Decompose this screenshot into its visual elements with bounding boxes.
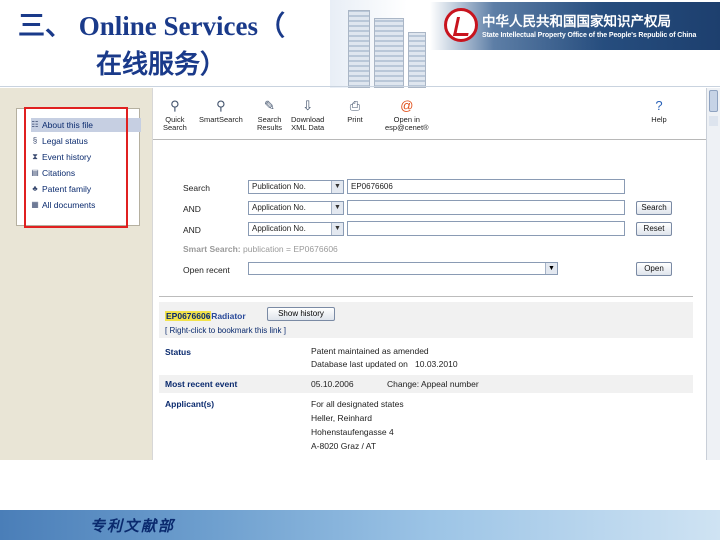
slide-header: 三、 Online Services（ 在线服务） 中华人民共和国国家知识产权局… [0,0,720,88]
slide-blank-area [0,460,720,510]
toolbar-open-espacenet-button[interactable]: @ Open in esp@cenet® [385,98,429,132]
most-recent-event-label: Most recent event [165,379,238,389]
publication-number[interactable]: EP0676606 [165,311,212,321]
scrollbar-thumb[interactable] [709,90,718,112]
quick-search-icon: ⚲ [170,98,180,113]
toolbar-label: Results [257,123,283,132]
reset-button[interactable]: Reset [636,222,672,236]
smart-search-label: Smart Search: [183,244,241,254]
most-recent-event-date: 05.10.2006 [311,379,354,389]
toolbar-label: Help [651,115,667,124]
search-results-icon: ✎ [264,98,275,113]
search-row-2-label: AND [183,204,201,214]
open-recent-label: Open recent [183,265,230,275]
toolbar-label: Print [347,115,363,124]
smart-search-icon: ⚲ [216,98,226,113]
sipo-logo-icon [444,8,478,42]
sipo-banner: 中华人民共和国国家知识产权局 State Intellectual Proper… [430,2,720,50]
applicant-line: For all designated states [311,399,404,409]
vertical-scrollbar[interactable] [706,88,720,460]
slide-footer: 专利文献部 [0,510,720,540]
print-icon: ⎙ [349,98,361,113]
select-value: Publication No. [252,182,306,191]
most-recent-event-row: Most recent event 05.10.2006 Change: App… [159,375,693,393]
search-row-1-label: Search [183,183,210,193]
applicant-line: Hohenstaufengasse 4 [311,427,394,437]
scroll-arrow-icon[interactable] [709,116,718,126]
select-value: Application No. [252,224,306,233]
chevron-down-icon: ▼ [545,263,557,274]
toolbar: ⚲ Quick Search ⚲ SmartSearch ✎ Search Re… [153,98,707,140]
applicants-label: Applicant(s) [165,399,215,409]
search-field-1-select[interactable]: Publication No. ▼ [248,180,344,194]
toolbar-quick-search-button[interactable]: ⚲ Quick Search [163,98,187,132]
nav-highlight-frame [24,107,128,228]
download-icon: ⇩ [302,98,314,113]
left-panel: ☷ About this file § Legal status ⧗ Event… [0,88,152,460]
show-history-button[interactable]: Show history [267,307,335,321]
search-field-3-select[interactable]: Application No. ▼ [248,222,344,236]
open-button[interactable]: Open [636,262,672,276]
smart-search-query: Smart Search: publication = EP0676606 [183,244,338,254]
status-label: Status [165,347,191,357]
publication-title: - Radiator [206,311,246,321]
chevron-down-icon: ▼ [331,202,343,214]
search-button[interactable]: Search [636,201,672,215]
footer-department-text: 专利文献部 [90,517,176,535]
toolbar-label: SmartSearch [199,115,243,124]
search-field-2-select[interactable]: Application No. ▼ [248,201,344,215]
org-name-en: State Intellectual Property Office of th… [482,32,697,39]
status-value: Patent maintained as amended [311,346,429,356]
applicants-row: Applicant(s) For all designated states H… [159,396,693,460]
header-divider [0,86,720,87]
status-row: Status Patent maintained as amended Data… [159,342,693,372]
toolbar-print-button[interactable]: ⎙ Print [347,98,363,124]
toolbar-smart-search-button[interactable]: ⚲ SmartSearch [199,98,243,124]
main-content: ⚲ Quick Search ⚲ SmartSearch ✎ Search Re… [152,88,707,460]
result-divider [159,296,693,297]
smart-search-text: publication = EP0676606 [243,244,338,254]
open-recent-select[interactable]: ▼ [248,262,558,275]
toolbar-help-button[interactable]: ? Help [651,98,667,124]
toolbar-label: esp@cenet® [385,123,429,132]
chevron-down-icon: ▼ [331,181,343,193]
espacenet-icon: @ [400,98,414,113]
search-row-3-label: AND [183,225,201,235]
slide-title-line-1: 三、 Online Services（ [18,11,285,41]
chevron-down-icon: ▼ [331,223,343,235]
toolbar-label: XML Data [291,123,325,132]
toolbar-search-results-button[interactable]: ✎ Search Results [257,98,282,132]
toolbar-download-xml-button[interactable]: ⇩ Download XML Data [291,98,324,132]
building-photo [330,0,440,88]
db-updated-label: Database last updated on [311,359,408,369]
bookmark-link[interactable]: [ Right-click to bookmark this link ] [165,326,286,335]
db-updated-date: 10.03.2010 [415,359,458,369]
search-value-3-input[interactable] [347,221,625,236]
select-value: Application No. [252,203,306,212]
applicant-line: A-8020 Graz / AT [311,441,377,451]
slide-title-line-2: 在线服务） [96,50,227,79]
help-icon: ? [655,98,663,113]
org-name-cn: 中华人民共和国国家知识产权局 [482,14,671,30]
search-value-2-input[interactable] [347,200,625,215]
register-browser-window: ☷ About this file § Legal status ⧗ Event… [0,88,720,460]
search-value-1-input[interactable]: EP0676606 [347,179,625,194]
toolbar-label: Search [163,123,187,132]
applicant-line: Heller, Reinhard [311,413,372,423]
most-recent-event-desc: Change: Appeal number [387,379,479,389]
